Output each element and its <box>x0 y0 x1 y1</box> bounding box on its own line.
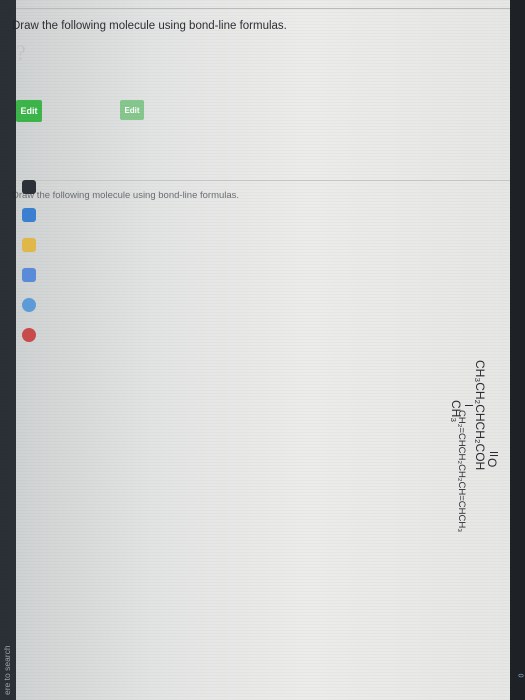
right-edge-strip <box>510 0 525 700</box>
question-1-edit-button[interactable]: Edit <box>16 100 42 122</box>
branch-bond <box>465 405 473 406</box>
formula-2-text: CH₂=CHCH₂CH₂CH=CHCH₃ <box>456 410 467 533</box>
taskbar <box>0 0 16 700</box>
file-explorer-icon[interactable] <box>22 238 36 252</box>
clock: 0 <box>518 673 525 678</box>
formula-carbonyl-oxygen: O <box>485 458 499 468</box>
store-icon[interactable] <box>22 268 36 282</box>
question-2-edit-button[interactable]: Edit <box>120 100 144 120</box>
question-divider <box>10 180 510 181</box>
app-icon[interactable] <box>22 328 36 342</box>
taskbar-icons <box>22 180 62 390</box>
assignment-page: Draw the following molecule using bond-l… <box>0 0 510 700</box>
double-bond-line-b <box>490 455 498 456</box>
chrome-icon[interactable] <box>22 298 36 312</box>
taskbar-search-input[interactable]: ere to search <box>2 645 12 695</box>
question-1-prompt: Draw the following molecule using bond-l… <box>12 20 287 32</box>
edge-browser-icon[interactable] <box>22 208 36 222</box>
formula-main-chain: CH₃CH₂CHCH₂COH <box>473 360 487 471</box>
question-divider <box>10 8 510 9</box>
double-bond-line-a <box>490 452 498 453</box>
task-view-icon[interactable] <box>22 180 36 194</box>
question-mark-icon: ? <box>16 40 26 65</box>
